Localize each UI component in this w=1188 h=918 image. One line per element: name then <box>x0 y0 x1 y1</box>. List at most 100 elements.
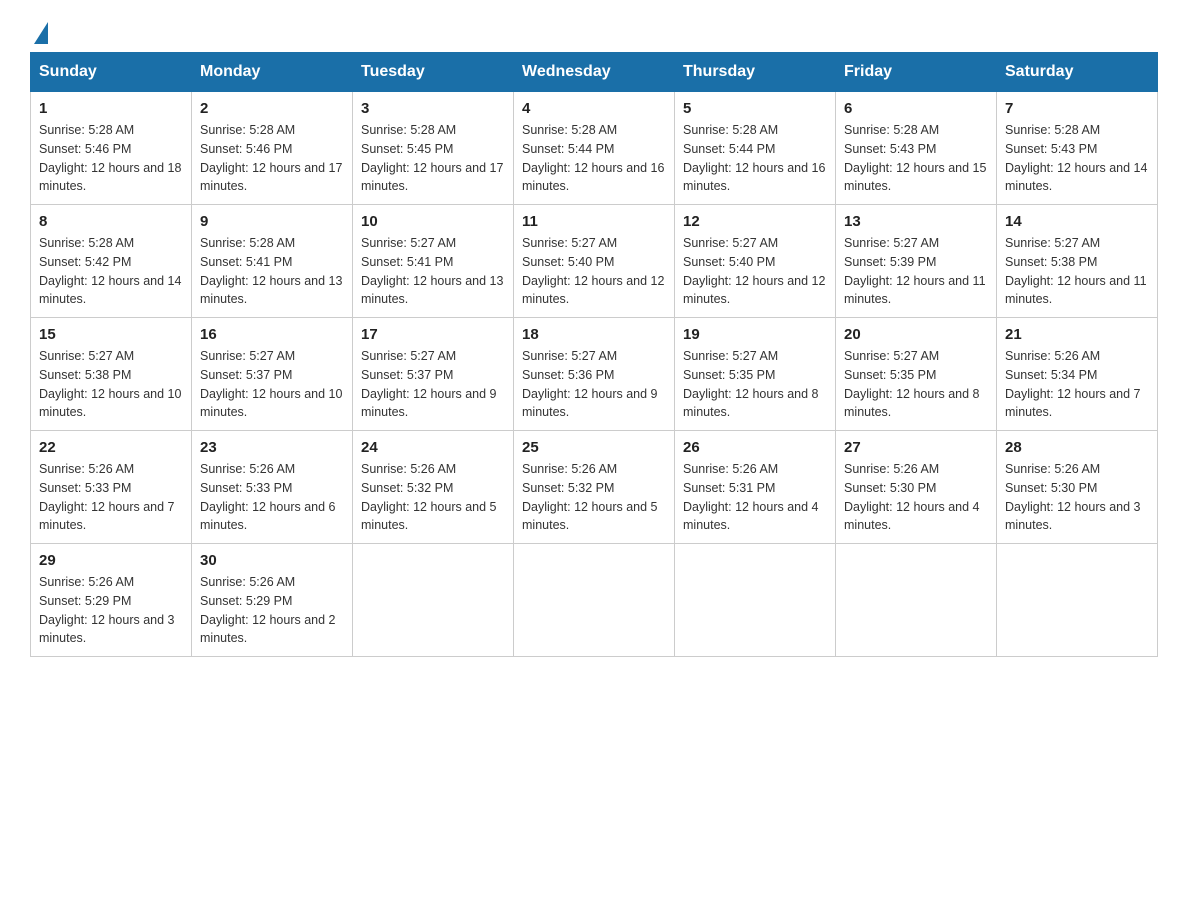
calendar-cell: 12 Sunrise: 5:27 AMSunset: 5:40 PMDaylig… <box>675 205 836 318</box>
calendar-cell <box>353 544 514 657</box>
day-number: 4 <box>522 100 666 117</box>
calendar-cell <box>836 544 997 657</box>
day-info: Sunrise: 5:28 AMSunset: 5:45 PMDaylight:… <box>361 123 503 193</box>
day-info: Sunrise: 5:26 AMSunset: 5:31 PMDaylight:… <box>683 462 819 532</box>
calendar-table: SundayMondayTuesdayWednesdayThursdayFrid… <box>30 52 1158 657</box>
day-number: 13 <box>844 213 988 230</box>
day-number: 25 <box>522 439 666 456</box>
day-info: Sunrise: 5:26 AMSunset: 5:33 PMDaylight:… <box>200 462 336 532</box>
day-info: Sunrise: 5:28 AMSunset: 5:46 PMDaylight:… <box>200 123 342 193</box>
calendar-cell: 9 Sunrise: 5:28 AMSunset: 5:41 PMDayligh… <box>192 205 353 318</box>
calendar-cell: 18 Sunrise: 5:27 AMSunset: 5:36 PMDaylig… <box>514 318 675 431</box>
calendar-cell: 13 Sunrise: 5:27 AMSunset: 5:39 PMDaylig… <box>836 205 997 318</box>
day-number: 10 <box>361 213 505 230</box>
weekday-header-sunday: Sunday <box>31 53 192 92</box>
calendar-cell: 11 Sunrise: 5:27 AMSunset: 5:40 PMDaylig… <box>514 205 675 318</box>
calendar-cell: 21 Sunrise: 5:26 AMSunset: 5:34 PMDaylig… <box>997 318 1158 431</box>
calendar-cell: 29 Sunrise: 5:26 AMSunset: 5:29 PMDaylig… <box>31 544 192 657</box>
day-info: Sunrise: 5:26 AMSunset: 5:29 PMDaylight:… <box>39 575 175 645</box>
day-info: Sunrise: 5:26 AMSunset: 5:30 PMDaylight:… <box>1005 462 1141 532</box>
calendar-cell <box>675 544 836 657</box>
day-info: Sunrise: 5:27 AMSunset: 5:36 PMDaylight:… <box>522 349 658 419</box>
calendar-cell: 10 Sunrise: 5:27 AMSunset: 5:41 PMDaylig… <box>353 205 514 318</box>
day-info: Sunrise: 5:28 AMSunset: 5:43 PMDaylight:… <box>1005 123 1147 193</box>
calendar-cell: 30 Sunrise: 5:26 AMSunset: 5:29 PMDaylig… <box>192 544 353 657</box>
day-number: 17 <box>361 326 505 343</box>
day-info: Sunrise: 5:27 AMSunset: 5:40 PMDaylight:… <box>683 236 825 306</box>
calendar-cell: 6 Sunrise: 5:28 AMSunset: 5:43 PMDayligh… <box>836 92 997 205</box>
day-number: 26 <box>683 439 827 456</box>
calendar-cell: 25 Sunrise: 5:26 AMSunset: 5:32 PMDaylig… <box>514 431 675 544</box>
day-number: 7 <box>1005 100 1149 117</box>
day-number: 27 <box>844 439 988 456</box>
day-number: 23 <box>200 439 344 456</box>
day-number: 19 <box>683 326 827 343</box>
calendar-cell: 17 Sunrise: 5:27 AMSunset: 5:37 PMDaylig… <box>353 318 514 431</box>
day-info: Sunrise: 5:27 AMSunset: 5:38 PMDaylight:… <box>1005 236 1147 306</box>
weekday-header-thursday: Thursday <box>675 53 836 92</box>
day-info: Sunrise: 5:27 AMSunset: 5:41 PMDaylight:… <box>361 236 503 306</box>
calendar-cell: 14 Sunrise: 5:27 AMSunset: 5:38 PMDaylig… <box>997 205 1158 318</box>
day-number: 6 <box>844 100 988 117</box>
day-number: 5 <box>683 100 827 117</box>
day-number: 11 <box>522 213 666 230</box>
day-info: Sunrise: 5:27 AMSunset: 5:40 PMDaylight:… <box>522 236 664 306</box>
day-info: Sunrise: 5:28 AMSunset: 5:43 PMDaylight:… <box>844 123 986 193</box>
day-number: 15 <box>39 326 183 343</box>
day-info: Sunrise: 5:26 AMSunset: 5:30 PMDaylight:… <box>844 462 980 532</box>
day-info: Sunrise: 5:27 AMSunset: 5:38 PMDaylight:… <box>39 349 181 419</box>
day-number: 28 <box>1005 439 1149 456</box>
day-info: Sunrise: 5:28 AMSunset: 5:44 PMDaylight:… <box>683 123 825 193</box>
calendar-week-row: 29 Sunrise: 5:26 AMSunset: 5:29 PMDaylig… <box>31 544 1158 657</box>
day-info: Sunrise: 5:28 AMSunset: 5:41 PMDaylight:… <box>200 236 342 306</box>
calendar-cell: 4 Sunrise: 5:28 AMSunset: 5:44 PMDayligh… <box>514 92 675 205</box>
day-number: 29 <box>39 552 183 569</box>
day-info: Sunrise: 5:27 AMSunset: 5:35 PMDaylight:… <box>683 349 819 419</box>
calendar-cell <box>514 544 675 657</box>
day-number: 2 <box>200 100 344 117</box>
day-info: Sunrise: 5:27 AMSunset: 5:37 PMDaylight:… <box>361 349 497 419</box>
day-number: 30 <box>200 552 344 569</box>
calendar-cell: 5 Sunrise: 5:28 AMSunset: 5:44 PMDayligh… <box>675 92 836 205</box>
calendar-cell: 3 Sunrise: 5:28 AMSunset: 5:45 PMDayligh… <box>353 92 514 205</box>
day-info: Sunrise: 5:26 AMSunset: 5:29 PMDaylight:… <box>200 575 336 645</box>
day-number: 14 <box>1005 213 1149 230</box>
logo-blue-text <box>30 20 48 42</box>
day-info: Sunrise: 5:28 AMSunset: 5:42 PMDaylight:… <box>39 236 181 306</box>
logo <box>30 20 48 42</box>
day-number: 21 <box>1005 326 1149 343</box>
day-info: Sunrise: 5:28 AMSunset: 5:46 PMDaylight:… <box>39 123 181 193</box>
calendar-cell: 7 Sunrise: 5:28 AMSunset: 5:43 PMDayligh… <box>997 92 1158 205</box>
day-info: Sunrise: 5:26 AMSunset: 5:32 PMDaylight:… <box>361 462 497 532</box>
calendar-cell: 2 Sunrise: 5:28 AMSunset: 5:46 PMDayligh… <box>192 92 353 205</box>
weekday-header-saturday: Saturday <box>997 53 1158 92</box>
weekday-header-tuesday: Tuesday <box>353 53 514 92</box>
day-info: Sunrise: 5:26 AMSunset: 5:32 PMDaylight:… <box>522 462 658 532</box>
day-info: Sunrise: 5:26 AMSunset: 5:34 PMDaylight:… <box>1005 349 1141 419</box>
logo-triangle-icon <box>34 22 48 44</box>
page-header <box>30 20 1158 42</box>
calendar-cell <box>997 544 1158 657</box>
day-info: Sunrise: 5:28 AMSunset: 5:44 PMDaylight:… <box>522 123 664 193</box>
calendar-cell: 8 Sunrise: 5:28 AMSunset: 5:42 PMDayligh… <box>31 205 192 318</box>
day-info: Sunrise: 5:27 AMSunset: 5:35 PMDaylight:… <box>844 349 980 419</box>
day-number: 22 <box>39 439 183 456</box>
day-number: 20 <box>844 326 988 343</box>
calendar-week-row: 1 Sunrise: 5:28 AMSunset: 5:46 PMDayligh… <box>31 92 1158 205</box>
calendar-week-row: 22 Sunrise: 5:26 AMSunset: 5:33 PMDaylig… <box>31 431 1158 544</box>
day-number: 1 <box>39 100 183 117</box>
calendar-cell: 23 Sunrise: 5:26 AMSunset: 5:33 PMDaylig… <box>192 431 353 544</box>
day-number: 8 <box>39 213 183 230</box>
day-info: Sunrise: 5:27 AMSunset: 5:39 PMDaylight:… <box>844 236 986 306</box>
day-number: 12 <box>683 213 827 230</box>
calendar-cell: 15 Sunrise: 5:27 AMSunset: 5:38 PMDaylig… <box>31 318 192 431</box>
calendar-cell: 19 Sunrise: 5:27 AMSunset: 5:35 PMDaylig… <box>675 318 836 431</box>
weekday-header-monday: Monday <box>192 53 353 92</box>
day-info: Sunrise: 5:27 AMSunset: 5:37 PMDaylight:… <box>200 349 342 419</box>
calendar-cell: 28 Sunrise: 5:26 AMSunset: 5:30 PMDaylig… <box>997 431 1158 544</box>
calendar-cell: 27 Sunrise: 5:26 AMSunset: 5:30 PMDaylig… <box>836 431 997 544</box>
day-number: 9 <box>200 213 344 230</box>
calendar-cell: 26 Sunrise: 5:26 AMSunset: 5:31 PMDaylig… <box>675 431 836 544</box>
calendar-cell: 20 Sunrise: 5:27 AMSunset: 5:35 PMDaylig… <box>836 318 997 431</box>
day-number: 18 <box>522 326 666 343</box>
